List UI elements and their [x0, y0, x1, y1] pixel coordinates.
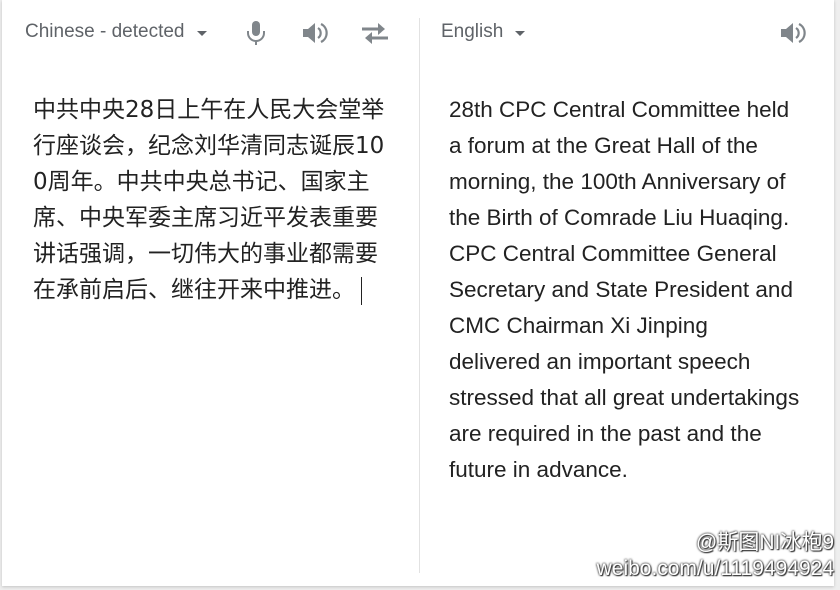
swap-languages-icon [362, 23, 388, 44]
panel-divider [419, 18, 420, 573]
caret-down-icon [196, 30, 207, 36]
weibo-logo-icon [636, 513, 692, 549]
text-cursor [361, 276, 362, 305]
microphone-button[interactable] [239, 16, 273, 50]
translation-output: 28th CPC Central Committee held a forum … [449, 97, 800, 482]
caret-down-icon [515, 30, 526, 36]
watermark-url: weibo.com/u/1119494924 [596, 557, 834, 580]
swap-languages-button[interactable] [358, 16, 392, 50]
translate-card: Chinese - detected English 中共中央28日上午在人民大… [2, 0, 834, 586]
weibo-watermark: @斯图NI冰枹9 weibo.com/u/1119494924 [596, 513, 834, 582]
speaker-icon [781, 23, 806, 43]
source-language-select[interactable]: Chinese - detected [25, 21, 207, 43]
source-text-input[interactable]: 中共中央28日上午在人民大会堂举行座谈会，纪念刘华清同志诞辰100周年。中共中央… [33, 92, 393, 308]
speaker-icon [303, 23, 328, 43]
source-language-label: Chinese - detected [25, 21, 185, 42]
target-toolbar: English [420, 0, 834, 68]
microphone-icon [247, 21, 265, 45]
source-text: 中共中央28日上午在人民大会堂举行座谈会，纪念刘华清同志诞辰100周年。中共中央… [33, 97, 385, 303]
source-listen-button[interactable] [298, 16, 332, 50]
source-toolbar: Chinese - detected [2, 0, 418, 68]
target-language-label: English [441, 21, 504, 42]
target-language-select[interactable]: English [441, 21, 526, 43]
target-listen-button[interactable] [776, 16, 810, 50]
watermark-handle: @斯图NI冰枹9 [696, 531, 834, 554]
